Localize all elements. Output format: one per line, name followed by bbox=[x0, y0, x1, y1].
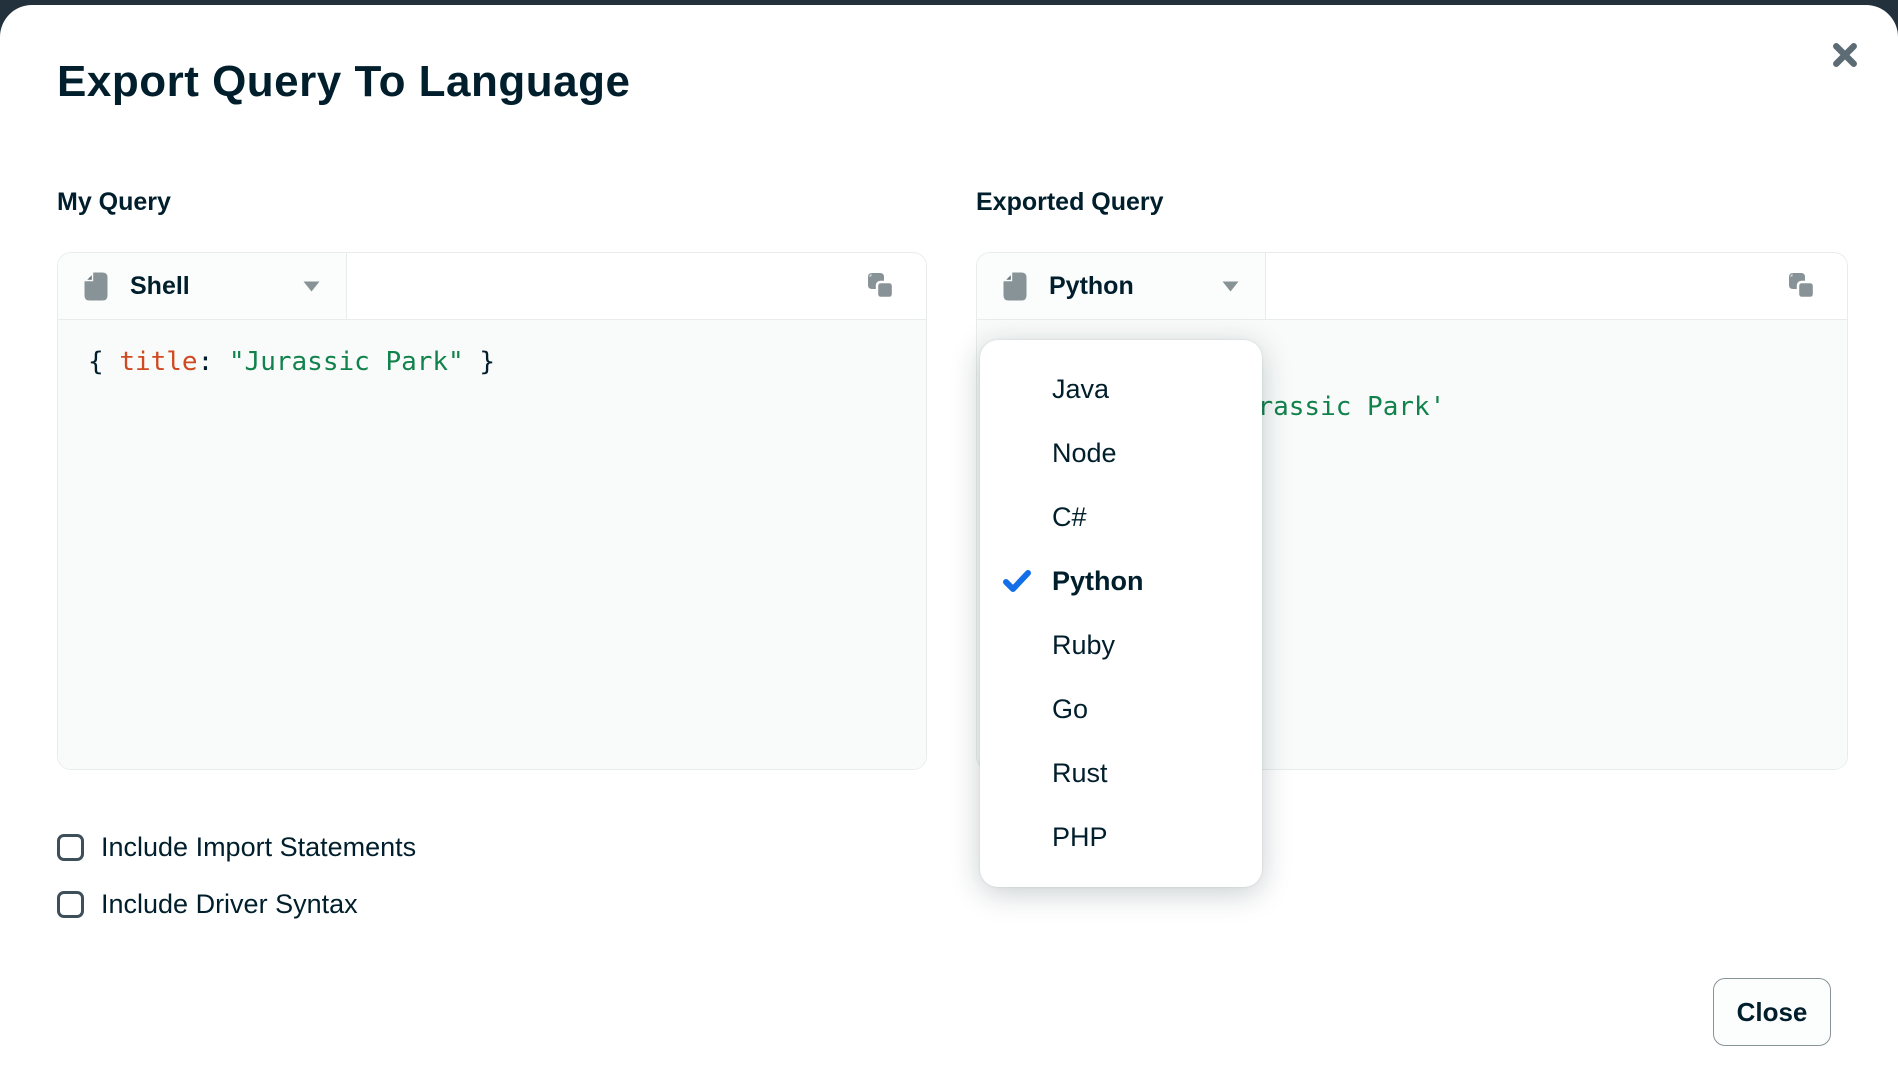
include-driver-syntax-row[interactable]: Include Driver Syntax bbox=[57, 889, 358, 920]
code-token: } bbox=[464, 347, 495, 377]
code-token: : bbox=[198, 347, 229, 377]
menu-item-python[interactable]: Python bbox=[980, 549, 1262, 613]
check-slot bbox=[1002, 758, 1032, 788]
include-driver-syntax-checkbox[interactable] bbox=[57, 891, 84, 918]
include-import-statements-row[interactable]: Include Import Statements bbox=[57, 832, 416, 863]
code-token-string: "Jurassic Park" bbox=[229, 347, 464, 377]
menu-item-java[interactable]: Java bbox=[980, 357, 1262, 421]
export-dialog: Export Query To Language My Query Export… bbox=[0, 5, 1898, 1074]
menu-item-label: Java bbox=[1052, 374, 1109, 405]
menu-item-php[interactable]: PHP bbox=[980, 805, 1262, 869]
checkbox-label[interactable]: Include Import Statements bbox=[101, 832, 416, 863]
menu-item-label: Rust bbox=[1052, 758, 1108, 789]
my-query-language-dropdown[interactable]: Shell bbox=[58, 253, 347, 319]
close-button[interactable]: Close bbox=[1713, 978, 1831, 1046]
code-token: { bbox=[88, 347, 119, 377]
check-slot bbox=[1002, 438, 1032, 468]
file-icon bbox=[84, 272, 108, 301]
check-slot bbox=[1002, 694, 1032, 724]
menu-item-label: C# bbox=[1052, 502, 1087, 533]
code-token-field: title bbox=[119, 347, 197, 377]
close-icon[interactable] bbox=[1828, 38, 1862, 72]
check-slot bbox=[1002, 822, 1032, 852]
my-query-panel: Shell { title: "Jurassic Park" } bbox=[57, 252, 927, 770]
exported-language-dropdown[interactable]: Python bbox=[977, 253, 1266, 319]
checkbox-label[interactable]: Include Driver Syntax bbox=[101, 889, 358, 920]
menu-item-csharp[interactable]: C# bbox=[980, 485, 1262, 549]
exported-query-label: Exported Query bbox=[976, 188, 1164, 217]
menu-item-go[interactable]: Go bbox=[980, 677, 1262, 741]
language-menu: Java Node C# Python Ruby Go Rust bbox=[980, 340, 1262, 887]
copy-icon bbox=[867, 272, 895, 300]
my-query-code-editor[interactable]: { title: "Jurassic Park" } bbox=[58, 320, 926, 769]
my-query-label: My Query bbox=[57, 188, 171, 217]
file-icon bbox=[1003, 272, 1027, 301]
menu-item-label: Ruby bbox=[1052, 630, 1115, 661]
chevron-down-icon bbox=[1222, 281, 1239, 292]
my-query-copy-button[interactable] bbox=[866, 271, 896, 301]
menu-item-label: PHP bbox=[1052, 822, 1108, 853]
check-slot bbox=[1002, 630, 1032, 660]
check-slot bbox=[1002, 502, 1032, 532]
exported-query-panel-header: Python bbox=[977, 253, 1847, 320]
include-import-statements-checkbox[interactable] bbox=[57, 834, 84, 861]
check-slot bbox=[1002, 374, 1032, 404]
chevron-down-icon bbox=[303, 281, 320, 292]
menu-item-rust[interactable]: Rust bbox=[980, 741, 1262, 805]
my-query-language-value: Shell bbox=[130, 272, 190, 301]
copy-icon bbox=[1788, 272, 1816, 300]
exported-query-copy-button[interactable] bbox=[1787, 271, 1817, 301]
menu-item-label: Node bbox=[1052, 438, 1117, 469]
dialog-title: Export Query To Language bbox=[57, 57, 630, 107]
menu-item-node[interactable]: Node bbox=[980, 421, 1262, 485]
menu-item-label: Go bbox=[1052, 694, 1088, 725]
exported-language-value: Python bbox=[1049, 272, 1134, 301]
menu-item-ruby[interactable]: Ruby bbox=[980, 613, 1262, 677]
checkmark-icon bbox=[1002, 566, 1032, 596]
my-query-panel-header: Shell bbox=[58, 253, 926, 320]
menu-item-label: Python bbox=[1052, 566, 1144, 597]
